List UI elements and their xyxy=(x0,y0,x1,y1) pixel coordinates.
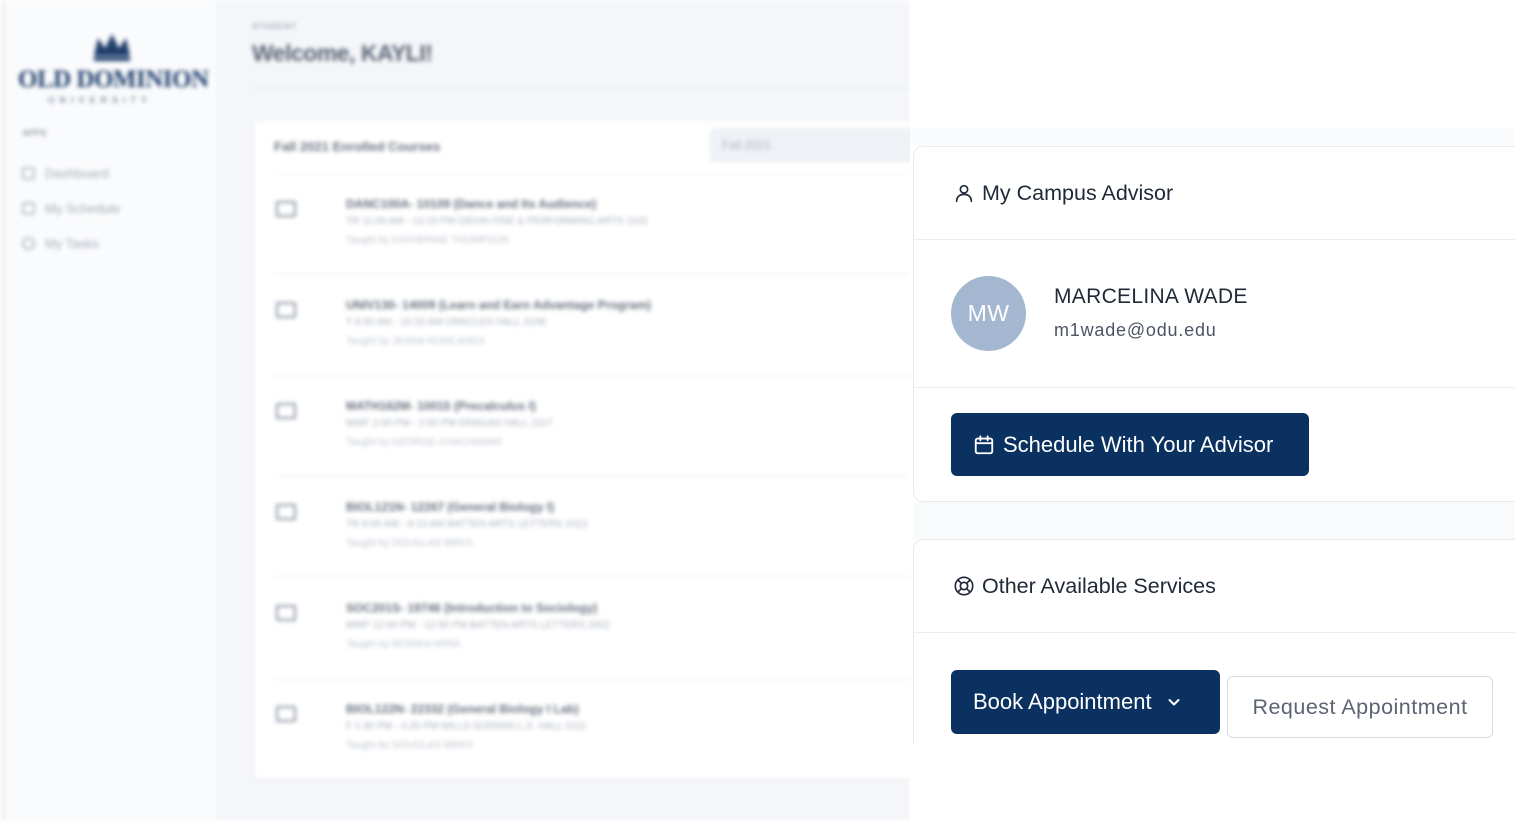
course-meta: T 9:30 AM - 10:20 AM ORACLES HALL 3108 xyxy=(346,317,546,328)
course-row[interactable]: UNIV130- 14009 (Learn and Earn Advantage… xyxy=(274,274,910,375)
course-meta: TR 8:00 AM - 9:15 AM BATTEN ARTS LETTERS… xyxy=(346,519,588,530)
lifebuoy-icon xyxy=(954,576,974,596)
course-instructor: Taught by DOUGLAS MRKS xyxy=(346,538,473,549)
calendar-icon xyxy=(22,202,35,215)
course-name: SOC201S- 19746 (Introduction to Sociolog… xyxy=(346,601,598,615)
sidebar-item-my-tasks[interactable]: My Tasks xyxy=(22,236,99,251)
enrolled-courses-card: Fall 2021 Enrolled Courses Fall 2021 DAN… xyxy=(254,121,910,779)
course-instructor: Taught by GEORGE CHACHANAR xyxy=(346,437,503,448)
sidebar-caption: APPS xyxy=(22,128,47,138)
courses-title: Fall 2021 Enrolled Courses xyxy=(274,139,441,154)
monitor-icon xyxy=(276,706,296,722)
course-instructor: Taught by JENNA ROWLANDS xyxy=(346,336,485,347)
schedule-with-advisor-button[interactable]: Schedule With Your Advisor xyxy=(951,413,1309,476)
monitor-icon xyxy=(276,605,296,621)
sidebar-item-dashboard[interactable]: Dashboard xyxy=(22,166,109,181)
panel-top-strip xyxy=(910,128,1515,146)
university-logo-sub: UNIVERSITY xyxy=(48,95,153,105)
breadcrumb: STUDENT xyxy=(252,22,297,31)
course-row[interactable]: BIOL121N- 12267 (General Biology I) TR 8… xyxy=(274,476,910,577)
header-divider xyxy=(252,88,910,89)
calendar-icon xyxy=(974,434,994,454)
schedule-button-label: Schedule With Your Advisor xyxy=(1003,431,1274,457)
course-meta: TR 11:00 AM - 12:15 PM DIEHN FINE & PERF… xyxy=(346,216,648,227)
course-instructor: Taught by DOUGLAS MRKS xyxy=(346,740,473,751)
sidebar: OLD DOMINION UNIVERSITY APPS Dashboard M… xyxy=(4,0,216,821)
background-dashboard: OLD DOMINION UNIVERSITY APPS Dashboard M… xyxy=(0,0,910,821)
monitor-icon xyxy=(276,504,296,520)
course-meta: MWF 2:00 PM - 2:50 PM DRAGAS HALL 2117 xyxy=(346,418,553,429)
advisor-info: MW MARCELINA WADE m1wade@odu.edu xyxy=(914,240,1515,388)
course-name: DANC100A- 10109 (Dance and Its Audience) xyxy=(346,197,597,211)
book-button-label: Book Appointment xyxy=(973,689,1152,714)
course-meta: F 1:30 PM - 4:20 PM MILLS GODWIN L.S. HA… xyxy=(346,721,587,732)
university-logo-name: OLD DOMINION xyxy=(18,66,209,93)
course-instructor: Taught by KATHERINE THOMPSON xyxy=(346,235,510,246)
advisor-card-header: My Campus Advisor xyxy=(914,147,1515,240)
grid-icon xyxy=(22,167,35,180)
course-row[interactable]: DANC100A- 10109 (Dance and Its Audience)… xyxy=(274,173,910,274)
sidebar-item-my-schedule[interactable]: My Schedule xyxy=(22,201,120,216)
course-row[interactable]: BIOL122N- 22332 (General Biology I Lab) … xyxy=(274,678,910,779)
other-services-card: Other Available Services Book Appointmen… xyxy=(913,539,1515,743)
page-title: Welcome, KAYLI! xyxy=(252,40,433,66)
request-appointment-button[interactable]: Request Appointment xyxy=(1227,676,1493,738)
user-icon xyxy=(955,184,973,203)
monitor-icon xyxy=(276,302,296,318)
course-name: BIOL122N- 22332 (General Biology I Lab) xyxy=(346,702,579,716)
book-appointment-button[interactable]: Book Appointment xyxy=(951,670,1220,734)
sidebar-item-label: Dashboard xyxy=(45,166,109,181)
monitor-icon xyxy=(276,201,296,217)
advisor-email[interactable]: m1wade@odu.edu xyxy=(1054,320,1217,341)
clock-icon xyxy=(22,237,35,250)
advisor-card-title: My Campus Advisor xyxy=(982,180,1174,205)
campus-advisor-card: My Campus Advisor MW MARCELINA WADE m1wa… xyxy=(913,146,1515,502)
monitor-icon xyxy=(276,403,296,419)
course-instructor: Taught by MONIKA WIRA xyxy=(346,639,460,650)
course-name: BIOL121N- 12267 (General Biology I) xyxy=(346,500,555,514)
course-name: MATH162M- 10015 (Precalculus I) xyxy=(346,399,536,413)
advisor-name: MARCELINA WADE xyxy=(1054,285,1248,308)
course-meta: MWF 12:00 PM - 12:50 PM BATTEN ARTS LETT… xyxy=(346,620,611,631)
course-row[interactable]: MATH162M- 10015 (Precalculus I) MWF 2:00… xyxy=(274,375,910,476)
card-gap xyxy=(913,502,1515,539)
chevron-down-icon xyxy=(1168,699,1180,706)
sidebar-item-label: My Tasks xyxy=(45,236,99,251)
course-row[interactable]: SOC201S- 19746 (Introduction to Sociolog… xyxy=(274,577,910,678)
sidebar-item-label: My Schedule xyxy=(45,201,121,216)
crown-logo-icon xyxy=(94,34,130,61)
course-name: UNIV130- 14009 (Learn and Earn Advantage… xyxy=(346,298,651,312)
term-select[interactable]: Fall 2021 xyxy=(710,128,910,162)
services-card-title: Other Available Services xyxy=(982,573,1216,598)
services-card-header: Other Available Services xyxy=(914,540,1515,633)
avatar: MW xyxy=(951,276,1026,351)
